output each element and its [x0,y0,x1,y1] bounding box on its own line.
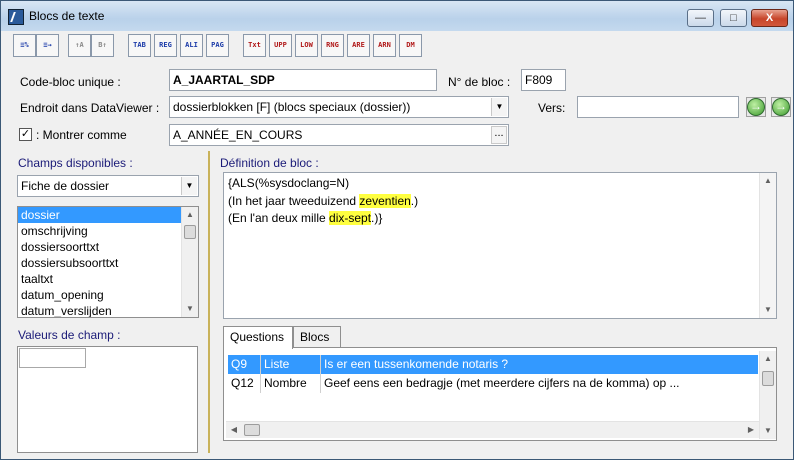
txt-tool-button[interactable]: Txt [243,34,266,57]
arrow-right-icon: → [772,98,790,116]
highlight-zeventien: zeventien [359,194,411,208]
scroll-left-icon[interactable]: ◀ [226,422,242,438]
splitter[interactable] [208,151,210,453]
list-item[interactable]: dossiersoorttxt [18,239,198,255]
list-item[interactable]: dossiersubsoorttxt [18,255,198,271]
sort-down-tool-button[interactable]: B↑ [91,34,114,57]
scroll-down-icon[interactable]: ▼ [182,301,198,317]
highlight-dix-sept: dix-sept [329,211,372,225]
list-item[interactable]: taaltxt [18,271,198,287]
montrer-checkbox[interactable]: ✓ [19,128,32,141]
champs-scrollbar[interactable]: ▲ ▼ [181,207,198,317]
list-item[interactable]: datum_verslijden [18,303,198,317]
app-icon [8,9,24,25]
chevron-down-icon[interactable]: ▼ [181,177,197,195]
code-line-2-post: .) [410,194,419,208]
close-button[interactable]: X [751,9,788,27]
montrer-input[interactable]: A_ANNÉE_EN_COURS ... [169,124,509,146]
are-tool-button[interactable]: ARE [347,34,370,57]
code-bloc-label: Code-bloc unique : [20,75,121,89]
questions-hscroll[interactable]: ◀ ▶ [226,421,759,438]
endroit-value: dossierblokken [F] (blocs speciaux (doss… [173,100,411,114]
code-line-1: {ALS(%sysdoclang=N) [228,176,350,190]
go-button-1[interactable]: → [746,97,766,117]
ali-tool-button[interactable]: ALI [180,34,203,57]
list-item[interactable]: dossier [18,207,198,223]
list-item[interactable]: omschrijving [18,223,198,239]
vers-input[interactable] [577,96,739,118]
bloc-number-input[interactable]: F809 [521,69,566,91]
cell-id: Q9 [228,355,261,374]
pag-tool-button[interactable]: PAG [206,34,229,57]
champs-selected: Fiche de dossier [21,179,110,193]
scroll-up-icon[interactable]: ▲ [182,207,198,223]
go-button-2[interactable]: → [771,97,791,117]
scroll-right-icon[interactable]: ▶ [743,422,759,438]
table-row[interactable]: Q9 Liste Is er een tussenkomende notaris… [228,355,758,374]
list-item[interactable]: datum_opening [18,287,198,303]
rng-tool-button[interactable]: RNG [321,34,344,57]
arrow-right-icon: → [747,98,765,116]
champs-label: Champs disponibles : [18,156,133,170]
cell-text: Geef eens een bedragje (met meerdere cij… [324,376,680,390]
reg-tool-button[interactable]: REG [154,34,177,57]
champs-list[interactable]: dossier omschrijving dossiersoorttxt dossie… [17,206,199,318]
code-line-2: (In het jaar tweeduizend zeventien.) [228,194,418,208]
chevron-down-icon[interactable]: ▼ [491,98,507,116]
editor-scrollbar[interactable]: ▲ ▼ [759,173,776,318]
title-bar: Blocs de texte — □ X [1,1,793,31]
tab-tool-button[interactable]: TAB [128,34,151,57]
questions-vscroll[interactable]: ▲ ▼ [759,351,776,439]
endroit-dropdown[interactable]: dossierblokken [F] (blocs speciaux (doss… [169,96,509,118]
scroll-up-icon[interactable]: ▲ [760,173,776,189]
sort-up-tool-button[interactable]: ↑A [68,34,91,57]
code-bloc-input[interactable]: A_JAARTAL_SDP [169,69,437,91]
table-row[interactable]: Q12 Nombre Geef eens een bedragje (met m… [228,374,758,393]
montrer-label: : Montrer comme [36,128,127,142]
code-line-3-post: .)} [371,211,383,225]
scroll-down-icon[interactable]: ▼ [760,302,776,318]
valeurs-label: Valeurs de champ : [18,328,121,342]
champs-dropdown[interactable]: Fiche de dossier ▼ [17,175,199,197]
valeurs-box[interactable] [17,346,198,453]
bloc-number-label: N° de bloc : [448,75,511,89]
minimize-button[interactable]: — [687,9,714,27]
arn-tool-button[interactable]: ARN [373,34,396,57]
champs-items: dossier omschrijving dossiersoorttxt dossie… [18,207,198,317]
questions-panel: Q9 Liste Is er een tussenkomende notaris… [223,347,777,441]
insert-tool-button[interactable]: ≡% [13,34,36,57]
montrer-value: A_ANNÉE_EN_COURS [173,128,303,142]
window-title: Blocs de texte [29,9,105,23]
cell-id: Q12 [228,374,261,393]
cell-type: Liste [261,355,321,374]
definition-editor[interactable]: {ALS(%sysdoclang=N) (In het jaar tweedui… [223,172,777,319]
scroll-thumb[interactable] [762,371,774,386]
vers-label: Vers: [538,101,566,115]
code-line-2-pre: (In het jaar tweeduizend [228,194,360,208]
browse-button[interactable]: ... [491,126,507,144]
definition-label: Définition de bloc : [220,156,319,170]
low-tool-button[interactable]: LOW [295,34,318,57]
cell-text: Is er een tussenkomende notaris ? [324,357,509,371]
scroll-thumb[interactable] [184,225,196,239]
code-line-3: (En l'an deux mille dix-sept.)} [228,211,382,225]
upp-tool-button[interactable]: UPP [269,34,292,57]
cell-type: Nombre [261,374,321,393]
blocs-de-texte-window: Blocs de texte — □ X ≡% ≡→ ↑A B↑ TAB REG ALI PA… [0,0,794,460]
tab-blocs[interactable]: Blocs [293,326,341,348]
scroll-thumb[interactable] [244,424,260,436]
dm-tool-button[interactable]: DM [399,34,422,57]
code-line-3-pre: (En l'an deux mille [228,211,330,225]
scroll-up-icon[interactable]: ▲ [760,351,776,367]
scroll-down-icon[interactable]: ▼ [760,423,776,439]
valeurs-input[interactable] [19,348,86,368]
maximize-button[interactable]: □ [720,9,747,27]
tab-questions[interactable]: Questions [223,326,293,349]
endroit-label: Endroit dans DataViewer : [20,101,160,115]
export-tool-button[interactable]: ≡→ [36,34,59,57]
